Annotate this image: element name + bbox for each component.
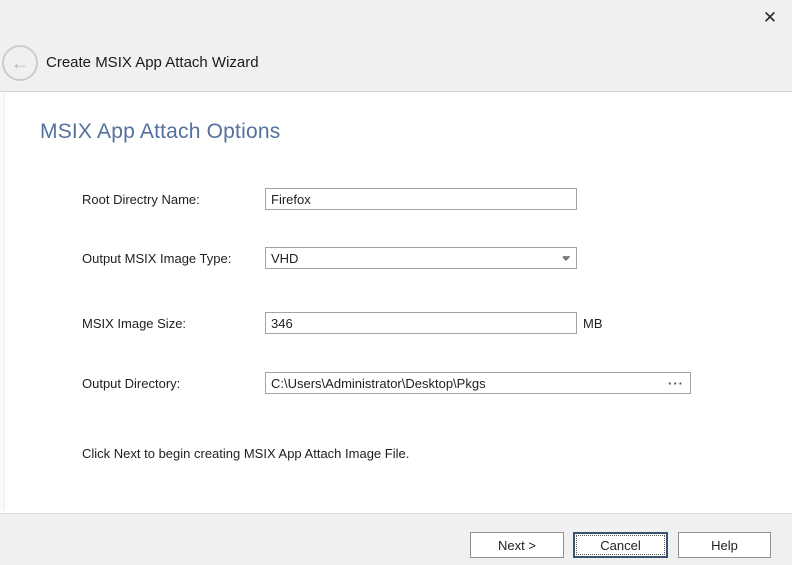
wizard-header: ✕ ← Create MSIX App Attach Wizard: [0, 0, 792, 92]
cancel-button[interactable]: Cancel: [573, 532, 668, 558]
output-directory-input[interactable]: [265, 372, 691, 394]
image-type-label: Output MSIX Image Type:: [82, 251, 231, 267]
left-edge-strip: [0, 93, 5, 511]
next-instruction-text: Click Next to begin creating MSIX App At…: [82, 446, 409, 461]
chevron-down-icon: [556, 256, 576, 261]
image-type-dropdown[interactable]: VHD: [265, 247, 577, 269]
page-title: MSIX App Attach Options: [40, 120, 280, 144]
wizard-footer: Next > Cancel Help: [0, 513, 792, 565]
back-arrow-icon[interactable]: ←: [2, 45, 38, 81]
wizard-title: Create MSIX App Attach Wizard: [46, 54, 259, 71]
image-type-selected-value: VHD: [266, 251, 556, 266]
browse-ellipsis-icon[interactable]: ···: [664, 372, 688, 394]
close-icon[interactable]: ✕: [758, 6, 782, 30]
next-button[interactable]: Next >: [470, 532, 564, 558]
msix-wizard-dialog: ✕ ← Create MSIX App Attach Wizard MSIX A…: [0, 0, 792, 565]
root-directory-label: Root Directry Name:: [82, 192, 200, 208]
help-button[interactable]: Help: [678, 532, 771, 558]
image-size-unit: MB: [583, 316, 603, 331]
image-size-label: MSIX Image Size:: [82, 316, 186, 332]
image-size-input[interactable]: [265, 312, 577, 334]
root-directory-input[interactable]: [265, 188, 577, 210]
wizard-content: MSIX App Attach Options Root Directry Na…: [0, 93, 792, 513]
output-directory-label: Output Directory:: [82, 376, 180, 392]
